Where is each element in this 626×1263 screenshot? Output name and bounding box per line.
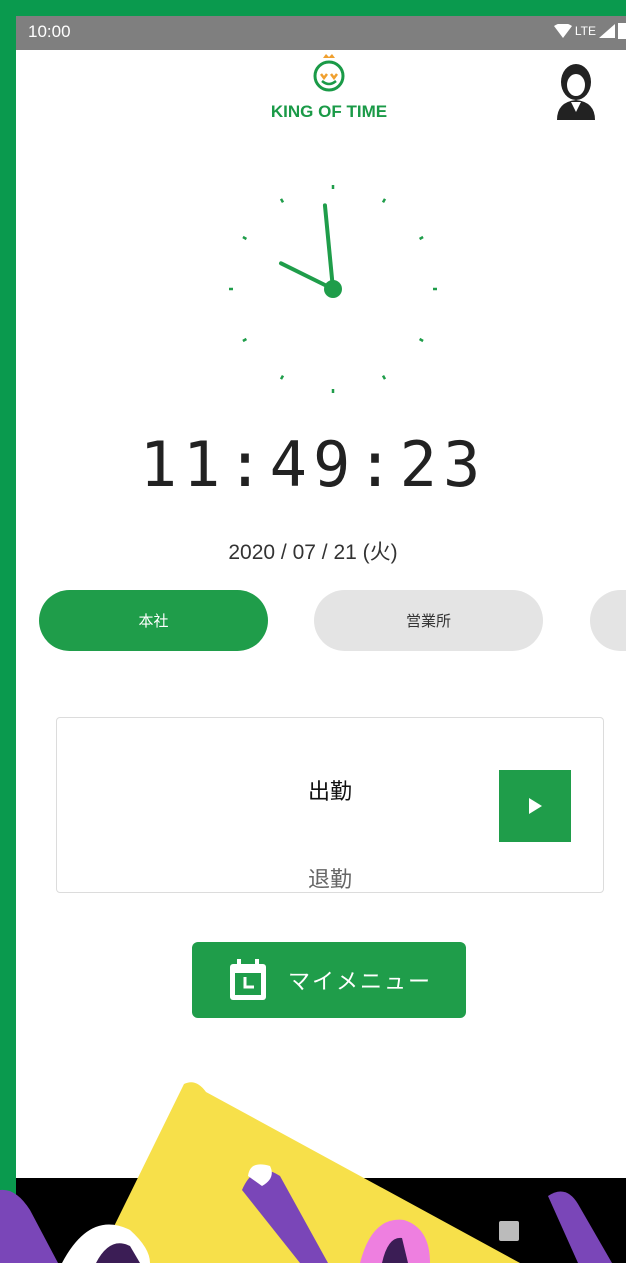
location-tab-label: 本社	[138, 612, 169, 630]
navigation-bar	[16, 1178, 626, 1263]
hour-hand	[322, 203, 335, 291]
phone-screen: 10:00 LTE KING OF TIME 11:49:23 2020 / 0…	[16, 16, 626, 1263]
app-name: KING OF TIME	[270, 102, 388, 121]
recent-apps-icon[interactable]	[498, 1220, 520, 1242]
wifi-icon	[553, 24, 572, 38]
clock-tick	[279, 374, 285, 380]
clock-tick	[242, 337, 248, 343]
clock-tick	[279, 198, 285, 204]
clock-tick	[381, 374, 387, 380]
location-tab-label: 営業所	[405, 612, 451, 630]
digital-time: 11:49:23	[139, 428, 487, 501]
frame-left	[0, 0, 16, 1263]
status-time: 10:00	[28, 22, 71, 41]
clock-tick	[418, 337, 424, 343]
location-tab-head-office[interactable]: 本社	[39, 590, 268, 651]
analog-clock	[229, 185, 437, 393]
crown-smiley-icon	[313, 54, 345, 92]
calendar-clock-icon	[229, 959, 266, 1000]
current-date: 2020 / 07 / 21 (火)	[228, 541, 398, 564]
clock-center	[324, 280, 342, 298]
punch-submit-button[interactable]	[499, 770, 571, 842]
status-bar: 10:00 LTE	[16, 16, 626, 50]
battery-icon	[618, 23, 626, 39]
my-menu-label: マイメニュー	[287, 970, 432, 995]
clock-tick	[381, 198, 387, 204]
frame-top	[0, 0, 626, 16]
clock-tick	[418, 235, 424, 241]
app-logo: KING OF TIME	[254, 52, 404, 122]
location-tab-more[interactable]	[590, 590, 626, 651]
play-icon	[529, 798, 542, 814]
my-menu-button[interactable]: マイメニュー	[192, 942, 466, 1018]
location-tab-sales-office[interactable]: 営業所	[314, 590, 543, 651]
user-avatar-icon	[557, 64, 595, 120]
status-icons: LTE	[553, 23, 626, 39]
punch-card: 出勤 退勤	[56, 717, 604, 893]
signal-icon	[599, 24, 615, 38]
clock-tick	[242, 235, 248, 241]
clock-out-option[interactable]: 退勤	[57, 862, 603, 894]
user-avatar-button[interactable]	[549, 62, 603, 122]
network-type: LTE	[574, 24, 596, 38]
